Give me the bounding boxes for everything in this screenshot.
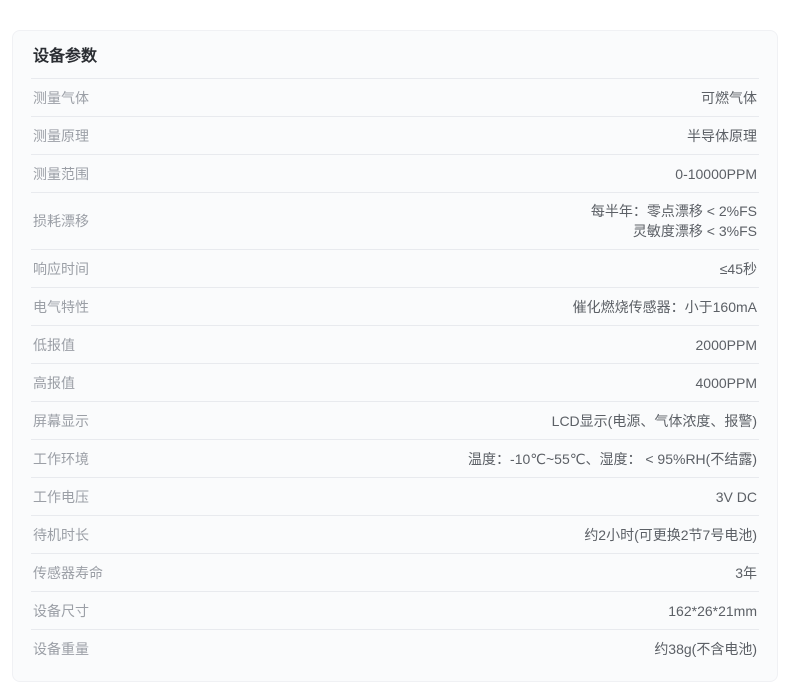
param-row: 测量范围 0-10000PPM <box>31 155 759 193</box>
param-label: 传感器寿命 <box>33 564 103 581</box>
param-value: 3V DC <box>715 488 757 505</box>
param-label: 屏幕显示 <box>33 412 89 429</box>
param-row: 传感器寿命 3年 <box>31 554 759 592</box>
param-label: 损耗漂移 <box>33 213 89 229</box>
param-value: 约38g(不含电池) <box>654 641 757 657</box>
param-value: 2000PPM <box>695 336 757 353</box>
params-table: 测量气体 可燃气体 测量原理 半导体原理 测量范围 0-10000PPM 损耗漂… <box>31 79 759 668</box>
param-value: 0-10000PPM <box>675 165 757 182</box>
param-row: 高报值 4000PPM <box>31 364 759 402</box>
param-row: 待机时长 约2小时(可更换2节7号电池) <box>31 516 759 554</box>
param-row: 响应时间 ≤45秒 <box>31 250 759 288</box>
param-value: 催化燃烧传感器：小于160mA <box>572 298 757 315</box>
param-row: 电气特性 催化燃烧传感器：小于160mA <box>31 288 759 326</box>
param-value: LCD显示(电源、气体浓度、报警) <box>551 412 757 429</box>
param-value: 半导体原理 <box>687 127 757 144</box>
param-label: 电气特性 <box>33 298 89 315</box>
param-row: 测量气体 可燃气体 <box>31 79 759 117</box>
param-value: 约2小时(可更换2节7号电池) <box>584 526 757 543</box>
param-label: 测量原理 <box>33 127 89 144</box>
param-label: 测量范围 <box>33 165 89 182</box>
param-row: 测量原理 半导体原理 <box>31 117 759 155</box>
param-value: ≤45秒 <box>719 260 757 277</box>
param-value: 可燃气体 <box>701 89 757 106</box>
param-label: 低报值 <box>33 336 75 353</box>
param-value: 4000PPM <box>695 374 757 391</box>
param-row: 工作环境 温度：-10℃~55℃、湿度： < 95%RH(不结露) <box>31 440 759 478</box>
param-value: 162*26*21mm <box>668 602 757 619</box>
param-value: 每半年：零点漂移 < 2%FS 灵敏度漂移 < 3%FS <box>590 203 757 239</box>
param-row: 设备尺寸 162*26*21mm <box>31 592 759 630</box>
param-row: 损耗漂移 每半年：零点漂移 < 2%FS 灵敏度漂移 < 3%FS <box>31 193 759 250</box>
param-row: 设备重量 约38g(不含电池) <box>31 630 759 668</box>
param-label: 设备尺寸 <box>33 602 89 619</box>
param-label: 高报值 <box>33 374 75 391</box>
param-row: 工作电压 3V DC <box>31 478 759 516</box>
card-title: 设备参数 <box>31 31 759 79</box>
param-row: 低报值 2000PPM <box>31 326 759 364</box>
page: 设备参数 测量气体 可燃气体 测量原理 半导体原理 测量范围 0-10000PP… <box>0 0 790 700</box>
param-label: 工作环境 <box>33 450 89 467</box>
param-value: 温度：-10℃~55℃、湿度： < 95%RH(不结露) <box>468 450 757 467</box>
param-label: 设备重量 <box>33 641 89 657</box>
param-label: 工作电压 <box>33 488 89 505</box>
param-row: 屏幕显示 LCD显示(电源、气体浓度、报警) <box>31 402 759 440</box>
param-label: 待机时长 <box>33 526 89 543</box>
param-value: 3年 <box>735 564 757 581</box>
param-label: 响应时间 <box>33 260 89 277</box>
device-params-card: 设备参数 测量气体 可燃气体 测量原理 半导体原理 测量范围 0-10000PP… <box>12 30 778 682</box>
param-label: 测量气体 <box>33 89 89 106</box>
